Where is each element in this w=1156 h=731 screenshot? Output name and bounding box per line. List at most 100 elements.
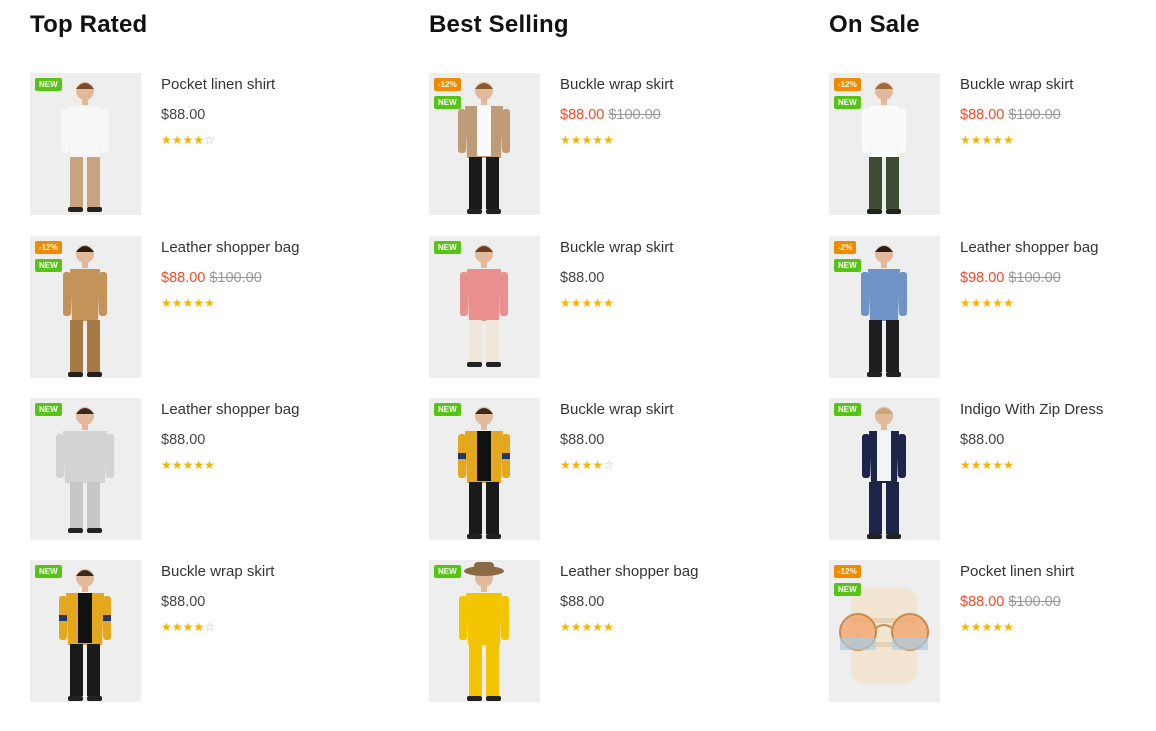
star-filled-icon: ★ [981,620,993,634]
star-filled-icon: ★ [182,620,194,634]
product-name-link[interactable]: Leather shopper bag [960,239,1098,256]
product-image [459,562,509,701]
star-rating: ★★★★★ [960,620,1014,634]
star-filled-icon: ★ [603,296,614,310]
price-group: $88.00 $100.00 [960,594,1061,610]
discount-badge: -2% [834,241,857,254]
product-name-link[interactable]: Leather shopper bag [560,563,698,580]
star-filled-icon: ★ [981,296,993,310]
product-thumbnail-link[interactable]: NEW [30,398,141,540]
star-filled-icon: ★ [570,458,582,472]
star-filled-icon: ★ [193,458,205,472]
price-group: $98.00 $100.00 [960,270,1061,286]
price-group: $88.00 [560,594,604,610]
original-price: $100.00 [1008,594,1061,610]
star-filled-icon: ★ [603,133,614,147]
product-card: -12% NEW Buckle wrap skirt $88.00 $100.00 ★★★… [429,73,759,215]
price-group: $88.00 [560,270,604,286]
star-filled-icon: ★ [970,458,982,472]
star-filled-icon: ★ [182,458,194,472]
star-rating: ★★★★★ [960,133,1014,147]
product-name-link[interactable]: Buckle wrap skirt [560,76,673,93]
badge-group: NEW [35,565,62,578]
product-card: -12% NEW Buckle wrap skirt $88.00 $100.00 ★★★… [829,73,1156,215]
star-filled-icon: ★ [970,620,982,634]
badge-group: -2% NEW [834,241,861,272]
new-badge: NEW [834,403,861,416]
discount-badge: -12% [834,78,861,91]
product-image [458,407,510,539]
original-price: $100.00 [209,270,262,286]
product-thumbnail-link[interactable]: -12% NEW [829,73,940,215]
star-rating: ★★★★★ [960,458,1014,472]
star-filled-icon: ★ [204,458,215,472]
product-thumbnail-link[interactable]: NEW [30,73,141,215]
new-badge: NEW [834,583,861,596]
product-name-link[interactable]: Buckle wrap skirt [161,563,274,580]
product-thumbnail-link[interactable]: NEW [30,560,141,702]
star-filled-icon: ★ [992,133,1004,147]
badge-group: NEW [434,403,461,416]
product-image [61,82,109,212]
star-filled-icon: ★ [960,296,971,310]
star-filled-icon: ★ [592,296,604,310]
product-price: $88.00 [560,270,605,286]
star-filled-icon: ★ [182,296,194,310]
product-thumbnail-link[interactable]: -12% NEW [429,73,540,215]
star-filled-icon: ★ [193,620,205,634]
product-name-link[interactable]: Buckle wrap skirt [560,401,673,418]
badge-group: -12% NEW [434,78,461,109]
product-name-link[interactable]: Leather shopper bag [161,239,299,256]
product-name-link[interactable]: Indigo With Zip Dress [960,401,1103,418]
new-badge: NEW [434,241,461,254]
product-thumbnail-link[interactable]: NEW [429,236,540,378]
star-filled-icon: ★ [560,620,571,634]
badge-group: NEW [434,565,461,578]
product-name-link[interactable]: Pocket linen shirt [161,76,275,93]
star-filled-icon: ★ [970,296,982,310]
star-rating: ★★★★☆ [161,133,215,147]
product-image [460,245,508,367]
star-filled-icon: ★ [970,133,982,147]
original-price: $100.00 [1008,270,1061,286]
star-filled-icon: ★ [1003,458,1014,472]
star-filled-icon: ★ [161,620,172,634]
star-filled-icon: ★ [581,458,593,472]
product-card: NEW Leather shopper bag $88.00 ★★★★★ [429,560,759,702]
product-name-link[interactable]: Buckle wrap skirt [960,76,1073,93]
original-price: $100.00 [608,107,661,123]
new-badge: NEW [834,96,861,109]
star-filled-icon: ★ [560,458,571,472]
product-thumbnail-link[interactable]: NEW [829,398,940,540]
star-filled-icon: ★ [992,458,1004,472]
product-image [56,407,114,533]
product-thumbnail-link[interactable]: -12% NEW [829,560,940,702]
product-image [59,569,111,701]
original-price: $100.00 [1008,107,1061,123]
product-thumbnail-link[interactable]: -12% NEW [30,236,141,378]
star-filled-icon: ★ [592,620,604,634]
star-filled-icon: ★ [592,458,604,472]
product-thumbnail-link[interactable]: NEW [429,398,540,540]
star-rating: ★★★★★ [960,296,1014,310]
star-filled-icon: ★ [570,296,582,310]
star-rating: ★★★★★ [560,620,614,634]
star-filled-icon: ★ [581,296,593,310]
star-filled-icon: ★ [1003,296,1014,310]
badge-group: NEW [35,403,62,416]
product-price: $88.00 [161,107,206,123]
new-badge: NEW [834,259,861,272]
product-name-link[interactable]: Leather shopper bag [161,401,299,418]
product-thumbnail-link[interactable]: -2% NEW [829,236,940,378]
star-filled-icon: ★ [960,458,971,472]
star-filled-icon: ★ [992,296,1004,310]
star-filled-icon: ★ [182,133,194,147]
product-card: NEW Buckle wrap skirt $88.00 ★★★★☆ [30,560,360,702]
product-name-link[interactable]: Pocket linen shirt [960,563,1074,580]
product-card: -12% NEW Pocket linen shirt $88.00 $100.00 ★★… [829,560,1156,702]
product-price: $88.00 [161,270,206,286]
product-thumbnail-link[interactable]: NEW [429,560,540,702]
badge-group: -12% NEW [834,565,861,596]
product-card: NEW Buckle wrap skirt $88.00 ★★★★★ [429,236,759,378]
product-name-link[interactable]: Buckle wrap skirt [560,239,673,256]
